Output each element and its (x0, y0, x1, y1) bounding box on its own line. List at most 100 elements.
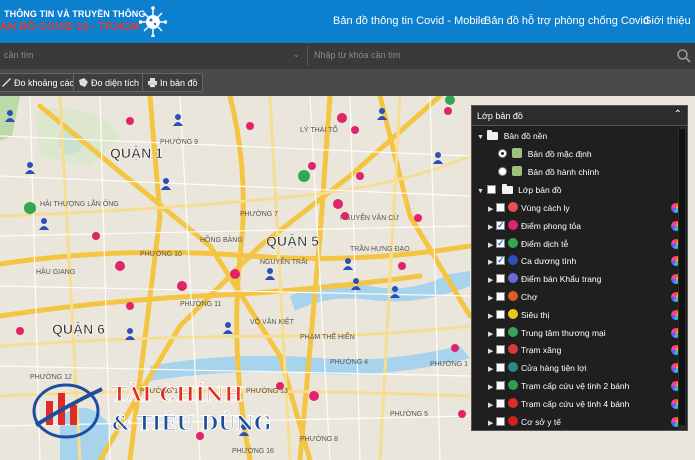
watermark-line-1: TÀI CHÍNH (111, 382, 244, 407)
ruler-icon (2, 78, 11, 87)
layer-label: Điểm dịch tễ (521, 238, 569, 249)
layer-item[interactable]: ▶ Chợ (488, 289, 681, 307)
expand-arrow-icon[interactable]: ▶ (488, 238, 496, 254)
chevron-up-icon[interactable]: ⌃ (674, 109, 682, 120)
quarantine-zone-icon (508, 202, 518, 212)
expand-arrow-icon[interactable]: ▶ (488, 291, 496, 307)
folder-open-icon (487, 130, 499, 140)
expand-arrow-icon[interactable]: ▶ (488, 344, 496, 360)
layer-checkbox[interactable] (496, 416, 505, 426)
street-label: NGUYỄN TRÃI (260, 257, 308, 266)
layer-label: Vùng cách ly (521, 203, 570, 213)
district-label: QUẬN 1 (110, 144, 163, 161)
layer-label: Siêu thị (521, 309, 550, 320)
expand-arrow-icon[interactable]: ▶ (488, 255, 496, 271)
base-layer-default[interactable]: Bản đồ mặc định (498, 146, 592, 162)
map-thumbnail-icon (512, 148, 523, 158)
layer-checkbox[interactable] (496, 274, 505, 284)
gas-station-icon (508, 344, 518, 355)
layer-item[interactable]: ▶ Ca dương tính (488, 252, 681, 271)
layer-panel-scrollbar[interactable] (678, 127, 686, 429)
layer-label: Trạm cấp cứu vệ tinh 2 bánh (521, 381, 630, 391)
overlay-group-label: Lớp bản đồ (518, 185, 562, 195)
street-label: NGUYỄN VĂN CỪ (340, 213, 399, 222)
expand-arrow-icon[interactable]: ▶ (488, 309, 496, 325)
layer-checkbox[interactable] (496, 398, 505, 408)
nav-about[interactable]: Giới thiệu (643, 15, 691, 27)
layer-label: Trung tâm thương mại (521, 327, 606, 338)
nav-covid-support-map[interactable]: Bản đồ hỗ trợ phòng chống Covid (484, 15, 649, 27)
scrollbar-thumb[interactable] (679, 129, 685, 425)
layer-checkbox[interactable] (496, 309, 505, 319)
expand-arrow-icon[interactable]: ▶ (488, 416, 496, 432)
layer-checkbox[interactable] (496, 363, 505, 373)
base-map-group[interactable]: ▼ Bản đồ nền (477, 128, 547, 144)
brand-title[interactable]: ẢN ĐỒ COVID 19 - TP.HCM (0, 21, 139, 33)
ward-label: PHƯỜNG 10 (140, 249, 182, 258)
layer-label: Điểm bán Khẩu trang (521, 274, 602, 285)
search-icon[interactable] (676, 48, 692, 64)
search-category-placeholder: cần tìm (4, 50, 34, 60)
chevron-down-icon: ⌄ (292, 49, 300, 59)
layer-item[interactable]: ▶ Trạm xăng (488, 342, 681, 360)
overlay-group-checkbox[interactable] (487, 185, 497, 194)
layer-control-panel: Lớp bản đồ ⌃ ▼ Bản đồ nền Bản đồ mặc địn… (471, 105, 688, 431)
layer-checkbox[interactable] (496, 345, 505, 355)
brand-ministry-text: THÔNG TIN VÀ TRUYỀN THÔNG (4, 9, 146, 19)
layer-item[interactable]: ▶ Trạm cấp cứu vệ tinh 4 bánh (488, 396, 681, 414)
street-label: LÝ THÁI TỔ (300, 125, 338, 134)
search-keyword-input[interactable]: Nhập từ khóa cần tìm (307, 46, 672, 66)
layer-item[interactable]: ▶ Cửa hàng tiện lợi (488, 360, 681, 378)
measure-area-button[interactable]: Đo diện tích (73, 73, 145, 92)
expand-arrow-icon[interactable]: ▼ (477, 130, 485, 146)
layer-label: Chợ (521, 292, 538, 302)
expand-arrow-icon[interactable]: ▼ (477, 184, 485, 200)
base-layer-label: Bản đồ hành chính (527, 167, 600, 177)
print-map-button[interactable]: In bản đồ (142, 73, 203, 92)
base-layer-radio[interactable] (498, 149, 507, 158)
layer-checkbox[interactable] (496, 203, 505, 212)
base-layer-administrative[interactable]: Bản đồ hành chính (498, 164, 599, 180)
layer-checkbox[interactable] (496, 327, 505, 337)
watermark-line-2: & TIÊU DÙNG (111, 411, 272, 436)
watermark-emblem-icon (32, 383, 103, 439)
ward-label: PHƯỜNG 7 (240, 209, 278, 218)
layer-checkbox[interactable] (496, 252, 505, 268)
layer-label: Điểm phong tỏa (521, 220, 582, 231)
layer-item[interactable]: ▶ Vùng cách ly (488, 200, 681, 218)
expand-arrow-icon[interactable]: ▶ (488, 273, 496, 289)
layer-item[interactable]: ▶ Trạm cấp cứu vệ tinh 2 bánh (488, 378, 681, 396)
layer-item[interactable]: ▶ Điểm phong tỏa (488, 217, 681, 236)
overlay-group[interactable]: ▼ Lớp bản đồ (477, 182, 562, 198)
base-layer-radio[interactable] (498, 167, 507, 176)
expand-arrow-icon[interactable]: ▶ (488, 380, 496, 396)
expand-arrow-icon[interactable]: ▶ (488, 398, 496, 414)
layer-item[interactable]: ▶ Điểm bán Khẩu trang (488, 271, 681, 289)
layer-item[interactable]: ▶ Trung tâm thương mại (488, 325, 681, 343)
ward-label: PHƯỜNG 9 (160, 137, 198, 146)
map-thumbnail-icon (512, 166, 523, 176)
ward-label: PHƯỜNG 4 (330, 357, 368, 366)
expand-arrow-icon[interactable]: ▶ (488, 362, 496, 378)
layer-checkbox[interactable] (496, 235, 505, 251)
layer-checkbox[interactable] (496, 381, 505, 390)
search-category-select[interactable]: cần tìm ⌄ (0, 46, 303, 66)
layer-checkbox[interactable] (496, 217, 505, 233)
ward-label: PHƯỜNG 5 (390, 409, 428, 418)
layer-item[interactable]: ▶ Siêu thị (488, 307, 681, 325)
measure-distance-button[interactable]: Đo khoảng cách (0, 73, 85, 92)
layer-item[interactable]: ▶ Cơ sở y tế (488, 414, 681, 432)
layer-panel-header[interactable]: Lớp bản đồ ⌃ (472, 106, 687, 126)
street-label: HẬU GIANG (36, 267, 75, 276)
street-label: HẢI THƯỢNG LÃN ÔNG (40, 199, 119, 208)
nav-covid-mobile-map[interactable]: Bản đồ thông tin Covid - Mobile (333, 15, 486, 27)
layer-item[interactable]: ▶ Điểm dịch tễ (488, 235, 681, 254)
expand-arrow-icon[interactable]: ▶ (488, 202, 496, 218)
layer-checkbox[interactable] (496, 292, 505, 301)
printer-icon (148, 78, 157, 88)
layer-label: Cơ sở y tế (521, 416, 561, 427)
expand-arrow-icon[interactable]: ▶ (488, 327, 496, 343)
watermark-logo: TÀI CHÍNH & TIÊU DÙNG (28, 375, 272, 445)
supermarket-icon (508, 308, 518, 319)
expand-arrow-icon[interactable]: ▶ (488, 220, 496, 236)
